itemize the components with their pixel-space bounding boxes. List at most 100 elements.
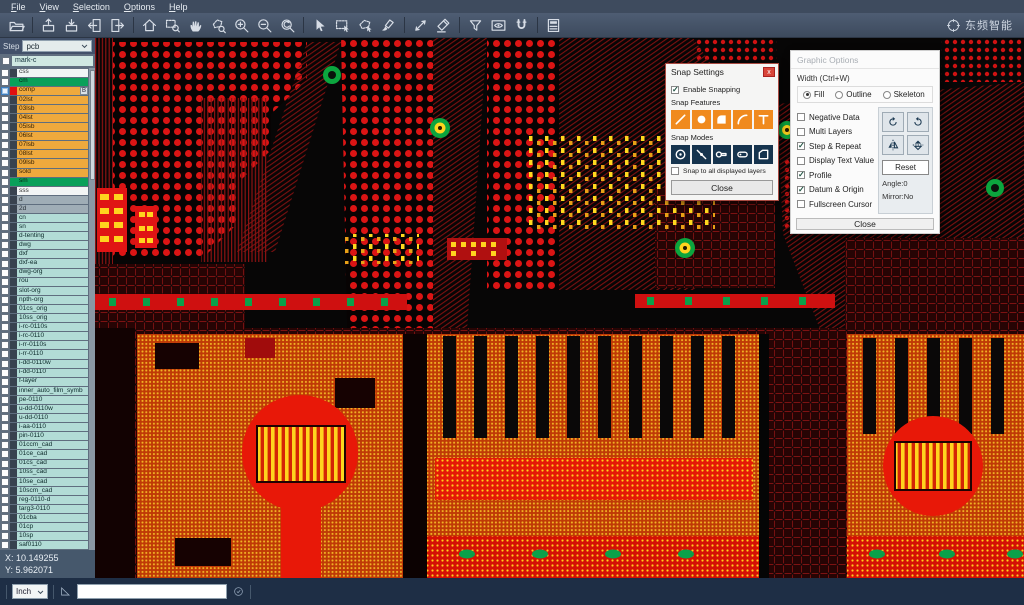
layer-visibility-checkbox[interactable] — [0, 368, 10, 377]
select-cursor-icon[interactable] — [308, 15, 331, 36]
layer-color-swatch[interactable] — [10, 150, 17, 158]
layer-row-targ3-0110[interactable]: targ3-0110 — [0, 505, 88, 514]
layer-color-swatch[interactable] — [10, 505, 17, 513]
layer-color-swatch[interactable] — [10, 387, 17, 395]
layer-visibility-checkbox[interactable] — [0, 532, 10, 541]
layer-visibility-checkbox[interactable] — [0, 132, 10, 141]
layer-visibility-checkbox[interactable] — [0, 377, 10, 386]
layer-row-10ss_orig[interactable]: 10ss_orig — [0, 314, 88, 323]
snap-mode-key-icon[interactable] — [713, 145, 732, 164]
layer-row-sn[interactable]: sn — [0, 223, 88, 232]
checkbox[interactable] — [797, 200, 805, 208]
layer-visibility-checkbox[interactable] — [0, 404, 10, 413]
snap-dialog-titlebar[interactable]: Snap Settings x — [666, 64, 778, 80]
graphic-close-button[interactable]: Close — [796, 218, 934, 230]
option-profile[interactable]: Profile — [797, 171, 874, 180]
layer-row-reg-0110-d[interactable]: reg-0110-d — [0, 495, 88, 504]
layer-visibility-checkbox[interactable] — [0, 486, 10, 495]
layer-color-swatch[interactable] — [10, 396, 17, 404]
layer-row-i-aa-0110[interactable]: i-aa-0110 — [0, 423, 88, 432]
work-layer-row[interactable]: mark-c — [1, 56, 93, 66]
layer-visibility-checkbox[interactable] — [0, 214, 10, 223]
radio-dot[interactable] — [883, 91, 891, 99]
checkbox[interactable] — [797, 128, 805, 136]
rotate-cw-icon[interactable] — [882, 112, 904, 132]
layer-color-swatch[interactable] — [10, 259, 17, 267]
select-rect-icon[interactable] — [331, 15, 354, 36]
layer-row-sss[interactable]: sss — [0, 186, 88, 195]
snap-magnet-icon[interactable] — [510, 15, 533, 36]
layer-row-07lsb[interactable]: 07lsb — [0, 141, 88, 150]
zoom-out-icon[interactable] — [253, 15, 276, 36]
layer-row-cm[interactable]: cm — [0, 77, 88, 86]
layer-color-swatch[interactable] — [10, 469, 17, 477]
layer-color-swatch[interactable] — [10, 159, 17, 167]
layer-visibility-checkbox[interactable] — [0, 314, 10, 323]
layer-row-03lsb[interactable]: 03lsb — [0, 104, 88, 113]
layer-visibility-checkbox[interactable] — [0, 277, 10, 286]
layer-visibility-checkbox[interactable] — [0, 459, 10, 468]
layer-color-swatch[interactable] — [10, 214, 17, 222]
zoom-in-icon[interactable] — [230, 15, 253, 36]
layer-visibility-checkbox[interactable] — [0, 68, 10, 77]
layer-row-saf0110[interactable]: saf0110 — [0, 541, 88, 550]
option-display-text-value[interactable]: Display Text Value — [797, 156, 874, 165]
pcb-canvas[interactable]: Snap Settings x Enable Snapping Snap Fea… — [95, 38, 1024, 578]
layer-visibility-checkbox[interactable] — [0, 541, 10, 550]
reset-button[interactable]: Reset — [882, 160, 929, 175]
snap-line-icon[interactable] — [671, 110, 690, 129]
home-view-icon[interactable] — [138, 15, 161, 36]
layer-color-swatch[interactable] — [10, 314, 17, 322]
layer-visibility-checkbox[interactable] — [0, 514, 10, 523]
layer-color-swatch[interactable] — [10, 250, 17, 258]
layer-color-swatch[interactable] — [10, 287, 17, 295]
layer-row-pin-0110[interactable]: pin-0110 — [0, 432, 88, 441]
checkbox[interactable] — [797, 113, 805, 121]
snap-arc-icon[interactable] — [733, 110, 752, 129]
checkbox[interactable] — [797, 186, 805, 194]
layer-row-10se_cad[interactable]: 10se_cad — [0, 477, 88, 486]
layer-visibility-checkbox[interactable] — [0, 286, 10, 295]
layer-color-swatch[interactable] — [10, 132, 17, 140]
eraser-icon[interactable] — [432, 15, 455, 36]
layer-visibility-checkbox[interactable] — [0, 268, 10, 277]
option-fullscreen-cursor[interactable]: Fullscreen Cursor — [797, 200, 874, 209]
layer-row-i-dd-0110[interactable]: i-dd-0110 — [0, 368, 88, 377]
layer-color-swatch[interactable] — [10, 423, 17, 431]
enable-snapping-row[interactable]: Enable Snapping — [671, 85, 773, 94]
snap-pad-icon[interactable] — [692, 110, 711, 129]
layer-row-01ce_cad[interactable]: 01ce_cad — [0, 450, 88, 459]
snap-surface-icon[interactable] — [713, 110, 732, 129]
layer-row-rou[interactable]: rou — [0, 277, 88, 286]
open-folder-icon[interactable] — [5, 15, 28, 36]
import-page-icon[interactable] — [83, 15, 106, 36]
layer-visibility-checkbox[interactable] — [0, 295, 10, 304]
layer-visibility-checkbox[interactable] — [0, 186, 10, 195]
confirm-icon[interactable] — [232, 585, 245, 598]
filter-icon[interactable] — [464, 15, 487, 36]
layer-visibility-checkbox[interactable] — [0, 468, 10, 477]
layer-visibility-checkbox[interactable] — [0, 523, 10, 532]
zoom-window-icon[interactable] — [161, 15, 184, 36]
layer-visibility-checkbox[interactable] — [0, 113, 10, 122]
layer-color-swatch[interactable] — [10, 223, 17, 231]
layer-color-swatch[interactable] — [10, 105, 17, 113]
highlight-view-icon[interactable] — [487, 15, 510, 36]
layer-visibility-checkbox[interactable] — [0, 232, 10, 241]
layer-visibility-checkbox[interactable] — [0, 441, 10, 450]
menu-options[interactable]: Options — [117, 2, 162, 12]
layer-row-i-dd-0110w[interactable]: i-dd-0110w — [0, 359, 88, 368]
layer-color-swatch[interactable] — [10, 187, 17, 195]
layer-color-swatch[interactable] — [10, 96, 17, 104]
layer-color-swatch[interactable] — [10, 523, 17, 531]
layer-row-d-tenting[interactable]: d-tenting — [0, 232, 88, 241]
layer-visibility-checkbox[interactable] — [0, 505, 10, 514]
pan-hand-icon[interactable] — [184, 15, 207, 36]
layer-visibility-checkbox[interactable] — [0, 423, 10, 432]
scrollbar-thumb[interactable] — [90, 70, 95, 180]
option-negative-data[interactable]: Negative Data — [797, 113, 874, 122]
layer-row-inner_auto_film_symb[interactable]: inner_auto_film_symb — [0, 386, 88, 395]
menu-file[interactable]: File — [4, 2, 33, 12]
layer-color-swatch[interactable] — [10, 378, 17, 386]
unit-select[interactable]: Inch — [12, 584, 48, 599]
